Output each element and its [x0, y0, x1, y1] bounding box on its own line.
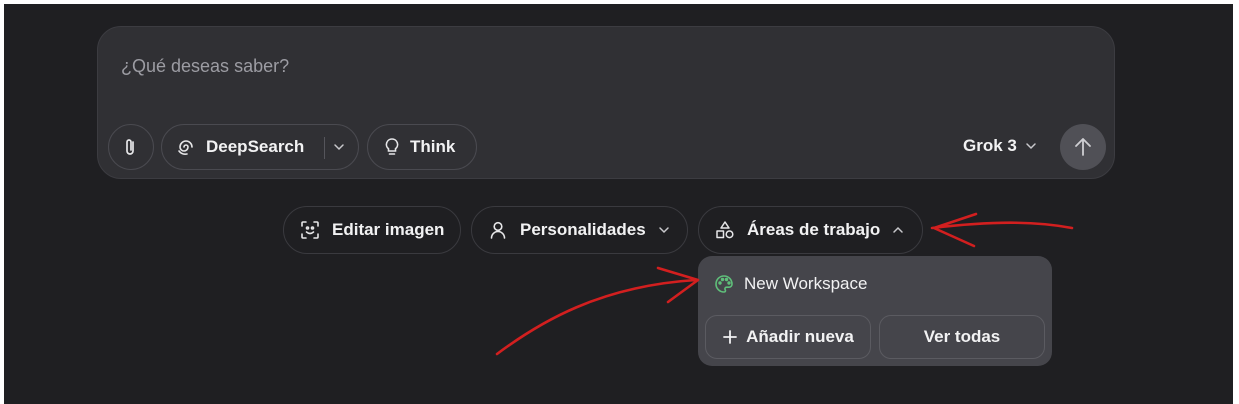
chevron-up-icon [893, 226, 903, 233]
workspaces-label: Áreas de trabajo [747, 220, 881, 239]
edit-image-label: Editar imagen [332, 220, 445, 239]
personalities-label: Personalidades [520, 220, 646, 239]
think-label: Think [410, 137, 456, 156]
model-label: Grok 3 [963, 136, 1017, 155]
view-all-workspaces-button[interactable]: Ver todas [879, 315, 1045, 359]
chevron-down-icon[interactable] [333, 140, 345, 154]
send-button[interactable] [1060, 124, 1106, 170]
arrow-up-icon [1075, 138, 1091, 156]
app-frame: ¿Qué deseas saber? DeepSearch Think Grok… [4, 4, 1233, 404]
deepsearch-button[interactable]: DeepSearch [161, 124, 359, 170]
plus-icon [723, 330, 738, 344]
personalities-button[interactable]: Personalidades [471, 206, 688, 254]
image-edit-icon [301, 221, 319, 239]
chevron-down-icon [1026, 143, 1036, 150]
chevron-down-icon [658, 227, 669, 234]
chat-composer[interactable]: ¿Qué deseas saber? DeepSearch Think Grok… [97, 26, 1115, 179]
lightbulb-icon [385, 138, 399, 155]
palette-icon [715, 275, 733, 293]
paperclip-icon [126, 139, 134, 155]
attach-button[interactable] [108, 124, 154, 170]
add-workspace-button[interactable]: Añadir nueva [705, 315, 871, 359]
workspaces-dropdown: New Workspace Añadir nueva Ver todas [698, 256, 1052, 366]
workspace-item-label: New Workspace [744, 274, 868, 293]
shapes-icon [716, 221, 734, 239]
prompt-input[interactable]: ¿Qué deseas saber? [121, 56, 289, 77]
deepsearch-label: DeepSearch [206, 137, 305, 156]
divider [324, 137, 325, 159]
deepsearch-swirl-icon [178, 140, 193, 155]
add-workspace-label: Añadir nueva [746, 327, 854, 346]
view-all-label: Ver todas [923, 327, 1001, 346]
edit-image-button[interactable]: Editar imagen [283, 206, 461, 254]
workspaces-button[interactable]: Áreas de trabajo [698, 206, 923, 254]
think-button[interactable]: Think [367, 124, 477, 170]
workspace-item[interactable]: New Workspace [714, 274, 867, 294]
person-icon [490, 221, 506, 239]
model-selector[interactable]: Grok 3 [963, 136, 1037, 156]
